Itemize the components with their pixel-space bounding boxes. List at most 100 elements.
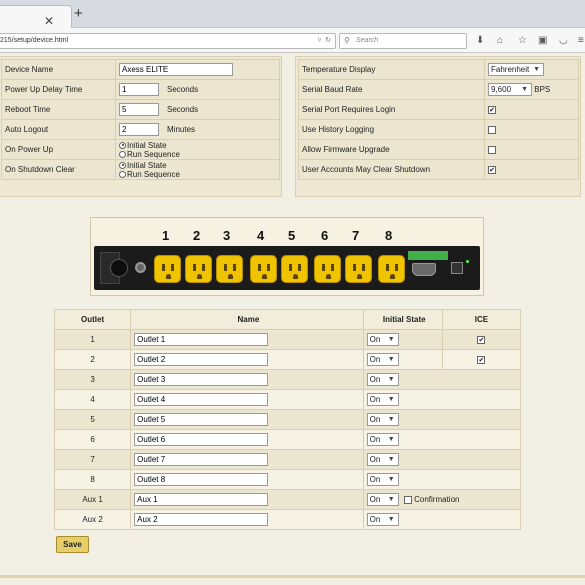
clear-shutdown-checkbox[interactable]: ✔ [488,165,496,174]
initial-state-select[interactable]: On ▼ [366,353,399,366]
chevron-down-icon: ▼ [521,86,528,93]
bookmark-star-icon[interactable]: ☆ [518,36,527,46]
reboot-time-input[interactable] [119,103,159,116]
chevron-down-icon: ▼ [387,456,395,463]
new-tab-icon[interactable]: + [74,6,83,21]
chevron-down-icon: ▼ [387,396,395,403]
device-name-label: Device Name [1,59,116,80]
browser-tab[interactable]: ✕ [0,5,72,28]
home-icon[interactable]: ⌂ [497,36,503,46]
ethernet-port-icon [451,262,463,274]
search-placeholder: Search [356,37,379,44]
outlet-number-cell: 1 [53,329,132,350]
chevron-down-icon: ▼ [533,66,540,73]
table-row: 6 On ▼ [53,429,522,450]
auto-logout-input[interactable] [119,123,159,136]
shutdown-run-sequence-radio[interactable]: Run Sequence [119,170,276,179]
table-row: 3 On ▼ [53,369,522,390]
outlet-number-cell: Aux 2 [53,509,132,530]
power-up-delay-input[interactable] [119,83,159,96]
history-logging-checkbox[interactable] [488,125,496,134]
outlet-number: 7 [352,228,360,243]
reading-list-icon[interactable]: ▣ [538,36,547,46]
outlet-name-input[interactable] [134,413,269,426]
close-tab-icon[interactable]: ✕ [44,15,54,27]
power-up-run-sequence-radio[interactable]: Run Sequence [119,150,276,159]
select-value: On [369,355,381,364]
initial-state-select[interactable]: On ▼ [366,373,399,386]
table-row: 7 On ▼ [53,449,522,470]
confirmation-label: Confirmation [414,495,460,504]
serial-baud-rate-label: Serial Baud Rate [298,79,485,100]
device-name-input[interactable] [119,63,233,76]
ice-checkbox[interactable]: ✔ [477,335,486,344]
shutdown-initial-state-radio[interactable]: Initial State [119,161,276,170]
temperature-display-label: Temperature Display [298,59,485,80]
serial-login-checkbox[interactable]: ✔ [488,105,496,114]
initial-state-select[interactable]: On ▼ [366,333,399,346]
select-value: 9,600 [491,85,512,94]
outlet-name-input[interactable] [134,473,269,486]
select-value: On [369,475,381,484]
on-shutdown-clear-label: On Shutdown Clear [1,159,116,180]
pocket-icon[interactable]: ◡ [559,36,568,46]
outlet-name-input[interactable] [134,333,269,346]
outlet-name-input[interactable] [134,393,269,406]
outlet-table: Outlet Name Initial State ICE 1 On ▼ ✔ 2 … [53,309,522,530]
table-row: 4 On ▼ [53,389,522,410]
status-led-icon [466,260,469,263]
temperature-display-select[interactable]: Fahrenheit ▼ [488,63,544,76]
radio-unselected-icon [119,170,126,178]
chevron-down-icon: ▼ [387,516,395,523]
outlet-name-input[interactable] [134,453,269,466]
outlet-receptacle-icon [378,255,405,283]
initial-state-select[interactable]: On ▼ [366,473,399,486]
power-up-initial-state-radio[interactable]: Initial State [119,141,276,150]
initial-state-select[interactable]: On ▼ [366,513,399,526]
outlet-receptacle-icon [216,255,243,283]
initial-state-select[interactable]: On ▼ [366,433,399,446]
baud-rate-select[interactable]: 9,600 ▼ [488,83,532,96]
download-icon[interactable]: ⬇ [476,36,484,46]
breaker-icon [135,262,146,273]
search-box[interactable]: ⚲ Search [339,33,467,49]
outlet-receptacle-icon [154,255,181,283]
outlet-name-input[interactable] [134,373,269,386]
select-value: On [369,375,381,384]
radio-label: Run Sequence [127,149,180,159]
select-value: On [369,455,381,464]
outlet-receptacle-icon [281,255,308,283]
outlet-name-input[interactable] [134,493,269,506]
confirmation-checkbox[interactable] [403,495,412,504]
initial-state-select[interactable]: On ▼ [366,393,399,406]
address-bar[interactable]: 215/setup/device.html ▿ ↻ [0,33,336,49]
serial-port-icon [412,263,436,276]
power-up-delay-unit: Seconds [167,85,199,94]
initial-state-select[interactable]: On ▼ [366,413,399,426]
ice-checkbox[interactable]: ✔ [477,355,486,364]
save-button[interactable]: Save [56,536,89,553]
menu-icon[interactable]: ≡ [578,36,584,46]
browser-tab-bar: ✕ + [0,0,585,28]
outlet-receptacle-icon [250,255,277,283]
outlet-number-cell: 4 [53,389,132,410]
outlet-receptacle-icon [185,255,212,283]
outlet-number: 5 [288,228,296,243]
power-strip-chassis [94,246,480,290]
initial-state-select[interactable]: On ▼ [366,493,399,506]
chevron-down-icon: ▼ [387,436,395,443]
url-text: 215/setup/device.html [0,37,69,44]
outlet-name-input[interactable] [134,353,269,366]
firmware-upgrade-checkbox[interactable] [488,145,496,154]
reload-icon[interactable]: ▿ ↻ [318,34,331,48]
outlet-name-input[interactable] [134,513,269,526]
name-column-header: Name [130,309,364,330]
outlet-receptacle-icon [314,255,341,283]
outlet-name-input[interactable] [134,433,269,446]
chevron-down-icon: ▼ [387,336,395,343]
history-logging-label: Use History Logging [298,119,485,140]
initial-state-select[interactable]: On ▼ [366,453,399,466]
chevron-down-icon: ▼ [387,416,395,423]
on-power-up-label: On Power Up [1,139,116,160]
select-value: On [369,335,381,344]
